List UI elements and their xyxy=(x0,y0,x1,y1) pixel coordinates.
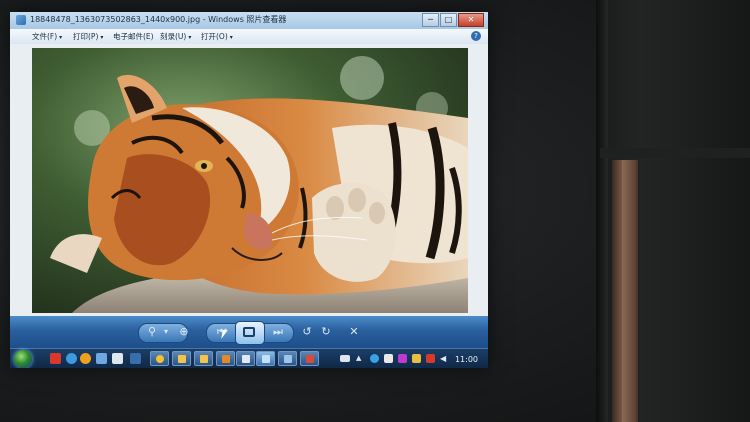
tray-app-icon[interactable] xyxy=(370,354,379,363)
photo-viewer-app-icon xyxy=(16,15,26,25)
menu-file[interactable]: 文件(F) ▾ xyxy=(32,31,62,42)
app-icon[interactable] xyxy=(80,353,91,364)
taskbar-button[interactable] xyxy=(216,351,235,366)
app-icon[interactable] xyxy=(112,353,123,364)
menu-file-label: 文件(F) xyxy=(32,32,58,41)
shelf xyxy=(600,148,750,158)
app-icon xyxy=(306,355,314,363)
keyboard-icon[interactable] xyxy=(340,355,350,362)
menu-print-label: 打印(P) xyxy=(73,32,99,41)
tiger-image xyxy=(32,48,468,313)
menu-open-label: 打开(O) xyxy=(201,32,228,41)
menu-open[interactable]: 打开(O) ▾ xyxy=(201,31,233,42)
menu-burn-label: 刻录(U) xyxy=(160,32,187,41)
menu-bar: 文件(F) ▾ 打印(P) ▾ 电子邮件(E) 刻录(U) ▾ 打开(O) ▾ ? xyxy=(10,29,488,45)
photo-viewer-app-icon xyxy=(262,355,270,363)
start-button[interactable] xyxy=(14,350,32,368)
tiger-photo xyxy=(32,48,468,313)
app-icon xyxy=(242,355,250,363)
menu-print[interactable]: 打印(P) ▾ xyxy=(73,31,103,42)
delete-icon[interactable]: ✕ xyxy=(346,324,362,340)
image-viewport xyxy=(10,44,488,316)
tray-app-icon[interactable] xyxy=(426,354,435,363)
app-icon xyxy=(156,355,164,363)
app-icon xyxy=(284,355,292,363)
app-icon[interactable] xyxy=(96,353,107,364)
chevron-down-icon: ▾ xyxy=(229,34,233,41)
rotate-right-icon[interactable]: ↻ xyxy=(318,324,334,340)
chevron-down-icon: ▾ xyxy=(188,34,192,41)
menu-email[interactable]: 电子邮件(E) xyxy=(113,31,154,42)
taskbar-button[interactable] xyxy=(150,351,169,366)
window-title: 18848478_1363073502863_1440x900.jpg - Wi… xyxy=(30,15,287,24)
taskbar: ▲ ◀ 11:00 xyxy=(10,348,488,368)
tray-app-icon[interactable] xyxy=(398,354,407,363)
slideshow-button[interactable] xyxy=(235,321,265,345)
close-button[interactable]: ✕ xyxy=(458,13,484,27)
window-titlebar[interactable]: 18848478_1363073502863_1440x900.jpg - Wi… xyxy=(10,12,488,30)
viewer-controls: ⚲ ▾ ⊕ ⏮ ⏭ ↺ ↻ ✕ xyxy=(10,316,488,348)
taskbar-button[interactable] xyxy=(278,351,297,366)
minimize-button[interactable]: ─ xyxy=(422,13,439,27)
taskbar-button[interactable] xyxy=(194,351,213,366)
menu-burn[interactable]: 刻录(U) ▾ xyxy=(160,31,191,42)
rotate-left-icon[interactable]: ↺ xyxy=(299,324,315,340)
maximize-button[interactable]: □ xyxy=(440,13,457,27)
zoom-dropdown-icon[interactable]: ▾ xyxy=(158,324,174,340)
taskbar-button[interactable] xyxy=(236,351,255,366)
app-icon[interactable] xyxy=(50,353,61,364)
help-icon[interactable]: ? xyxy=(471,31,481,41)
taskbar-button[interactable] xyxy=(300,351,319,366)
projected-screen: 18848478_1363073502863_1440x900.jpg - Wi… xyxy=(10,12,488,368)
actual-size-icon[interactable]: ⊕ xyxy=(176,324,192,340)
tray-app-icon[interactable] xyxy=(412,354,421,363)
tray-app-icon[interactable] xyxy=(384,354,393,363)
app-icon[interactable] xyxy=(130,353,141,364)
door-panel xyxy=(622,160,636,422)
folder-icon xyxy=(200,355,208,363)
volume-icon[interactable]: ◀ xyxy=(440,354,449,363)
chevron-down-icon: ▾ xyxy=(100,34,104,41)
show-hidden-icons-icon[interactable]: ▲ xyxy=(356,354,364,362)
notification-area: ▲ ◀ 11:00 xyxy=(340,351,488,367)
taskbar-button[interactable] xyxy=(172,351,191,366)
menu-email-label: 电子邮件(E) xyxy=(113,32,154,41)
ie-icon[interactable] xyxy=(66,353,77,364)
next-icon[interactable]: ⏭ xyxy=(270,324,286,340)
app-icon xyxy=(222,355,230,363)
taskbar-clock[interactable]: 11:00 xyxy=(455,355,478,364)
window-buttons: ─ □ ✕ xyxy=(421,13,484,27)
folder-icon xyxy=(178,355,186,363)
chevron-down-icon: ▾ xyxy=(59,34,63,41)
photo-viewer-taskbar-button[interactable] xyxy=(256,351,275,366)
wall-edge xyxy=(596,0,608,422)
